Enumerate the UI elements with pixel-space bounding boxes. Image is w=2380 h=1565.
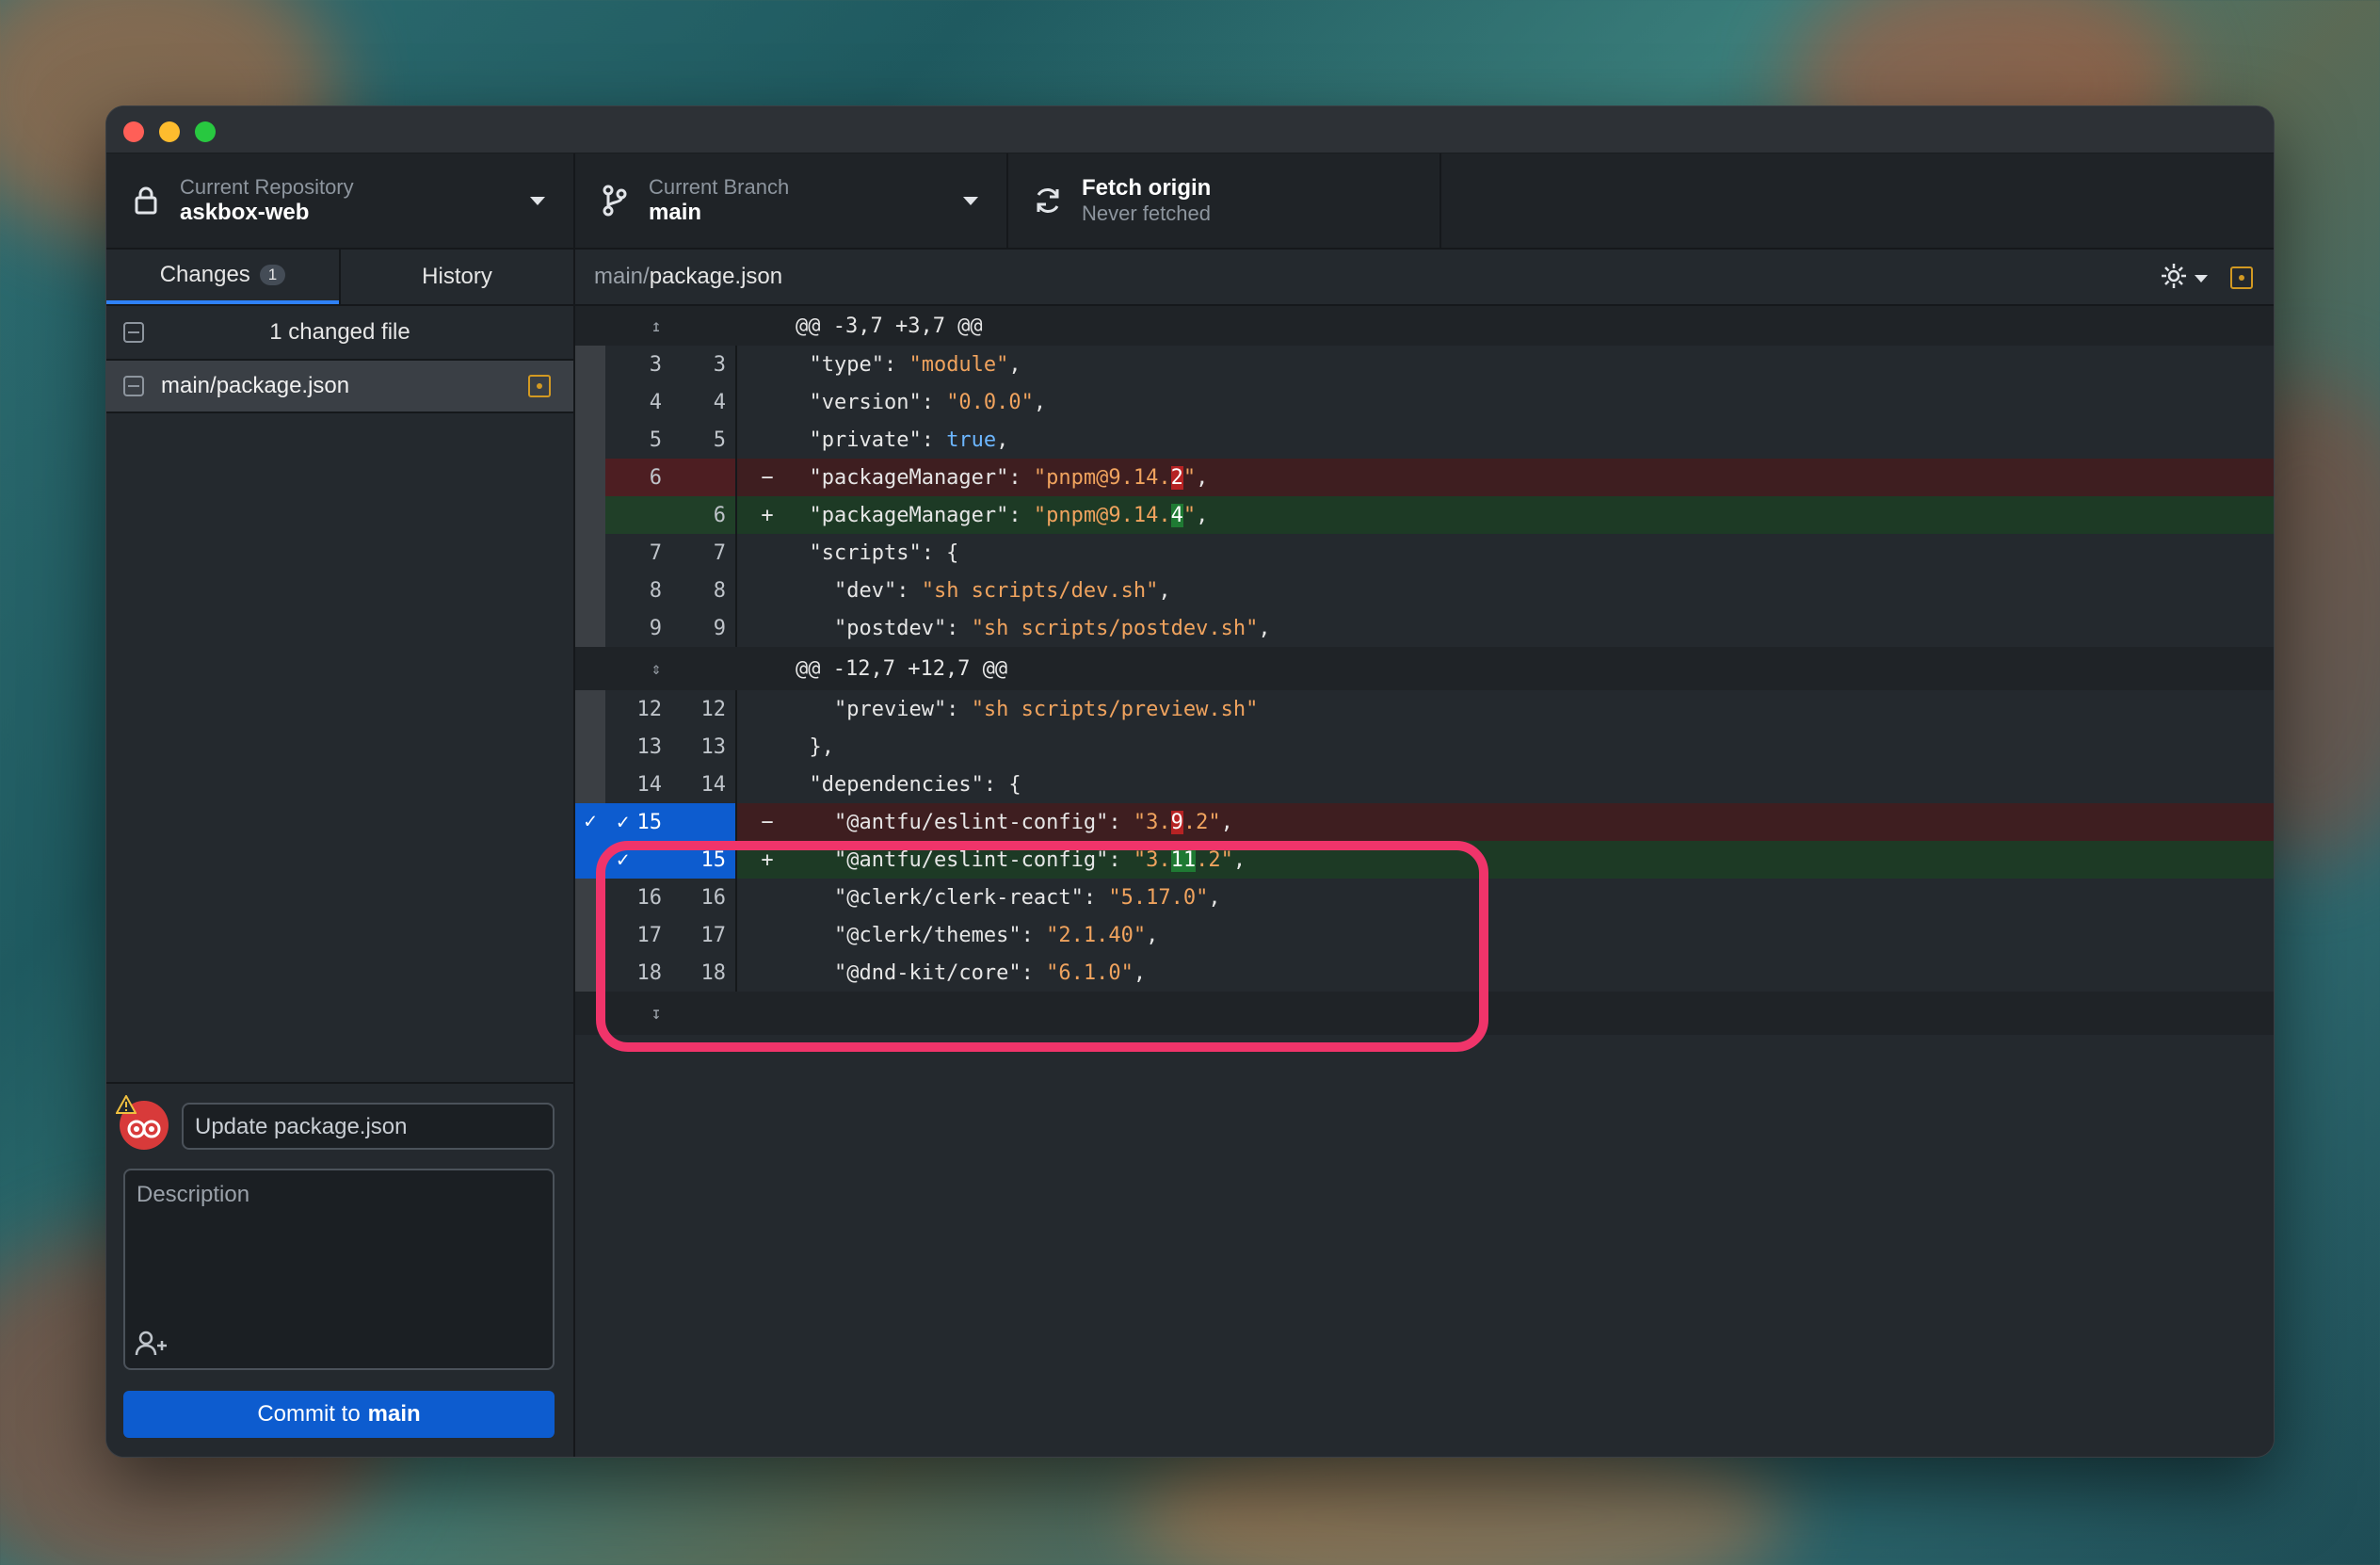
commit-description-field[interactable]: Description	[123, 1169, 555, 1370]
minimize-window-button[interactable]	[159, 121, 180, 142]
diff-line-added[interactable]: 6 + "packageManager": "pnpm@9.14.4",	[575, 496, 2274, 534]
old-line-number: 15	[636, 810, 663, 834]
tab-history[interactable]: History	[339, 250, 573, 304]
git-branch-icon	[596, 185, 634, 217]
diff-line-deleted[interactable]: 6− "packageManager": "pnpm@9.14.2",	[575, 459, 2274, 496]
fetch-label: Fetch origin	[1082, 175, 1212, 201]
hunk-header: ↥ @@ -3,7 +3,7 @@	[575, 306, 2274, 346]
new-line-number: 9	[671, 609, 737, 647]
description-placeholder: Description	[137, 1182, 250, 1207]
sync-icon	[1029, 186, 1067, 216]
chevron-down-icon	[2195, 274, 2208, 282]
title-bar	[106, 106, 2274, 153]
repository-name: askbox-web	[180, 200, 310, 225]
old-line-number: 12	[636, 697, 663, 721]
repository-selector[interactable]: Current Repository askbox-web	[106, 153, 575, 248]
old-line-number: 3	[649, 352, 662, 377]
new-line-number: 14	[671, 766, 737, 803]
diff-line[interactable]: 88 "dev": "sh scripts/dev.sh",	[575, 572, 2274, 609]
old-line-number: 13	[636, 734, 663, 759]
commit-button-prefix: Commit to	[257, 1401, 361, 1427]
new-line-number: 12	[671, 690, 737, 728]
annotation-highlight-box	[596, 841, 1488, 1052]
tab-changes[interactable]: Changes 1	[106, 250, 339, 304]
tab-history-label: History	[422, 264, 492, 289]
chevron-down-icon	[963, 197, 978, 205]
gear-icon	[2159, 261, 2189, 296]
diff-line[interactable]: 55 "private": true,	[575, 421, 2274, 459]
file-modified-icon	[528, 375, 551, 397]
commit-button[interactable]: Commit to main	[123, 1391, 555, 1438]
new-line-number: 6	[671, 496, 737, 534]
old-line-number	[605, 496, 671, 534]
old-line-number: 4	[649, 390, 662, 414]
expand-both-icon[interactable]: ⇕	[575, 659, 737, 679]
file-name: main/package.json	[161, 373, 350, 398]
tab-changes-label: Changes	[159, 262, 250, 287]
check-icon: ✓	[617, 810, 630, 834]
commit-panel: Update package.json Description Commit t…	[106, 1082, 573, 1457]
old-line-number: 5	[649, 428, 662, 452]
branch-selector[interactable]: Current Branch main	[575, 153, 1008, 248]
commit-summary-input[interactable]: Update package.json	[182, 1103, 555, 1150]
hunk-header: ⇕ @@ -12,7 +12,7 @@	[575, 647, 2274, 690]
new-line-number: 5	[671, 421, 737, 459]
diff-file-path: main/package.json	[594, 264, 782, 290]
toolbar: Current Repository askbox-web Current Br…	[106, 153, 2274, 250]
new-line-number: 13	[671, 728, 737, 766]
diff-line[interactable]: 13 13 },	[575, 728, 2274, 766]
diff-path-dir: main/	[594, 264, 650, 289]
hunk-header-text: @@ -12,7 +12,7 @@	[796, 656, 1008, 681]
sidebar: Changes 1 History 1 changed file main/pa…	[106, 250, 575, 1457]
diff-line[interactable]: 99 "postdev": "sh scripts/postdev.sh",	[575, 609, 2274, 647]
hunk-header-text: @@ -3,7 +3,7 @@	[796, 314, 983, 338]
file-checkbox[interactable]	[123, 376, 144, 396]
new-line-number	[671, 803, 737, 841]
fetch-status: Never fetched	[1082, 202, 1211, 225]
old-line-number: 14	[636, 772, 663, 797]
diff-line[interactable]: 14 14 "dependencies": {	[575, 766, 2274, 803]
diff-settings-button[interactable]	[2159, 261, 2208, 296]
add-coauthor-icon[interactable]	[135, 1330, 170, 1361]
old-line-number: 9	[649, 616, 662, 640]
repository-label: Current Repository	[180, 175, 354, 199]
diff-path-file: package.json	[649, 264, 783, 289]
lock-icon	[127, 186, 165, 216]
old-line-number: 8	[649, 578, 662, 603]
chevron-down-icon	[530, 197, 545, 205]
commit-button-branch: main	[367, 1401, 421, 1427]
branch-label: Current Branch	[649, 175, 790, 199]
app-window: Current Repository askbox-web Current Br…	[105, 105, 2275, 1458]
warning-icon	[115, 1093, 137, 1119]
branch-name: main	[649, 200, 702, 225]
expand-up-icon[interactable]: ↥	[575, 316, 737, 336]
new-line-number: 3	[671, 346, 737, 383]
new-line-number: 8	[671, 572, 737, 609]
old-line-number: 6	[605, 459, 671, 496]
close-window-button[interactable]	[123, 121, 144, 142]
old-line-number: 7	[649, 540, 662, 565]
diff-line[interactable]: 77 "scripts": {	[575, 534, 2274, 572]
diff-line-deleted-selected[interactable]: ✓ ✓ 15− "@antfu/eslint-config": "3.9.2",	[575, 803, 2274, 841]
new-line-number: 7	[671, 534, 737, 572]
check-icon[interactable]: ✓	[575, 803, 605, 841]
zoom-window-button[interactable]	[195, 121, 216, 142]
changed-files-count: 1 changed file	[269, 319, 410, 345]
new-line-number: 4	[671, 383, 737, 421]
diff-line[interactable]: 33 "type": "module",	[575, 346, 2274, 383]
diff-line[interactable]: 44 "version": "0.0.0",	[575, 383, 2274, 421]
diff-line[interactable]: 12 12 "preview": "sh scripts/preview.sh"	[575, 690, 2274, 728]
new-line-number	[671, 459, 737, 496]
file-list-item[interactable]: main/package.json	[106, 361, 573, 413]
changes-count-badge: 1	[259, 265, 286, 285]
fetch-origin-button[interactable]: Fetch origin Never fetched	[1008, 153, 1441, 248]
file-modified-icon	[2230, 266, 2253, 289]
